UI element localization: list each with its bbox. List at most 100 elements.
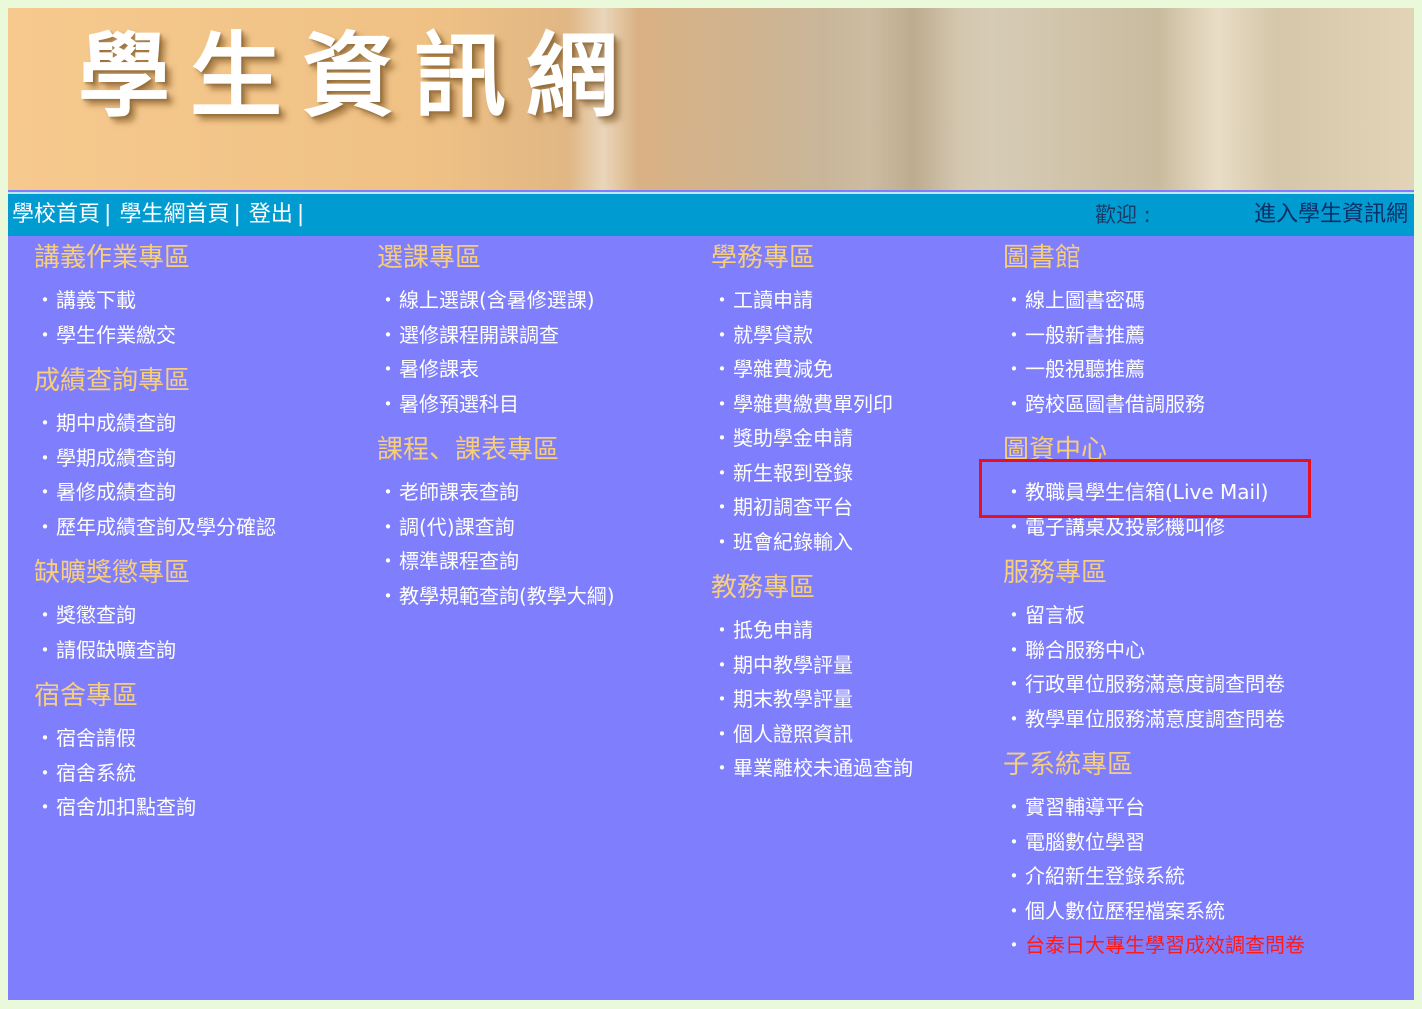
nav-school-home-link[interactable]: 學校首頁	[12, 202, 100, 227]
nav-logout-link[interactable]: 登出	[249, 202, 293, 227]
bullet-icon: ・	[1004, 933, 1024, 957]
link-internship-platform[interactable]: 實習輔導平台	[1025, 795, 1145, 819]
list-item: ・暑修成績查詢	[34, 480, 276, 515]
bullet-icon: ・	[712, 288, 732, 312]
link-e-learning[interactable]: 電腦數位學習	[1025, 830, 1145, 854]
list-item: ・獎助學金申請	[711, 426, 913, 461]
list-item: ・抵免申請	[711, 618, 913, 653]
list-item: ・教學規範查詢(教學大綱)	[377, 584, 615, 619]
section-list-student-affairs: ・工讀申請 ・就學貸款 ・學雜費減免 ・學雜費繳費單列印 ・獎助學金申請 ・新生…	[711, 272, 913, 564]
bullet-icon: ・	[1004, 706, 1024, 731]
bullet-icon: ・	[35, 411, 55, 435]
bullet-icon: ・	[712, 391, 732, 416]
link-live-mail[interactable]: 教職員學生信箱(Live Mail)	[1025, 480, 1268, 504]
list-item: ・學生作業繳交	[34, 323, 276, 358]
link-dorm-points[interactable]: 宿舍加扣點查詢	[56, 795, 196, 819]
bullet-icon: ・	[378, 322, 398, 347]
nav-student-home-link[interactable]: 學生網首頁	[119, 202, 229, 227]
link-certificates[interactable]: 個人證照資訊	[733, 722, 853, 746]
link-summer-grades[interactable]: 暑修成績查詢	[56, 480, 176, 504]
bullet-icon: ・	[712, 721, 732, 746]
link-fee-bill-print[interactable]: 學雜費繳費單列印	[733, 392, 893, 416]
link-summer-timetable[interactable]: 暑修課表	[399, 357, 479, 381]
bullet-icon: ・	[712, 357, 732, 381]
link-message-board[interactable]: 留言板	[1025, 603, 1085, 627]
list-item: ・台泰日大專生學習成效調查問卷	[1003, 933, 1305, 968]
list-item: ・調(代)課查詢	[377, 515, 615, 550]
list-item: ・跨校區圖書借調服務	[1003, 392, 1305, 427]
bullet-icon: ・	[712, 618, 732, 642]
link-midterm-evaluation[interactable]: 期中教學評量	[733, 653, 853, 677]
link-online-course-selection[interactable]: 線上選課(含暑修選課)	[399, 288, 595, 312]
link-interlibrary-loan[interactable]: 跨校區圖書借調服務	[1025, 392, 1205, 416]
column-2: 選課專區 ・線上選課(含暑修選課) ・選修課程開課調查 ・暑修課表 ・暑修預選科…	[377, 244, 615, 618]
link-leave-absence[interactable]: 請假缺曠查詢	[56, 638, 176, 662]
link-service-center[interactable]: 聯合服務中心	[1025, 638, 1145, 662]
list-item: ・就學貸款	[711, 323, 913, 358]
link-projector-repair[interactable]: 電子講桌及投影機叫修	[1025, 515, 1225, 539]
link-dorm-system[interactable]: 宿舍系統	[56, 761, 136, 785]
list-item: ・線上圖書密碼	[1003, 288, 1305, 323]
bullet-icon: ・	[1004, 514, 1024, 539]
column-4: 圖書館 ・線上圖書密碼 ・一般新書推薦 ・一般視聽推薦 ・跨校區圖書借調服務 圖…	[1003, 244, 1305, 968]
link-standard-courses[interactable]: 標準課程查詢	[399, 549, 519, 573]
link-dorm-leave[interactable]: 宿舍請假	[56, 726, 136, 750]
section-list-attendance: ・獎懲查詢 ・請假缺曠查詢	[34, 587, 276, 672]
link-credit-waiver[interactable]: 抵免申請	[733, 618, 813, 642]
link-handout-download[interactable]: 講義下載	[56, 288, 136, 312]
section-list-it-center: ・教職員學生信箱(Live Mail) ・電子講桌及投影機叫修	[1003, 464, 1305, 549]
link-homework-submit[interactable]: 學生作業繳交	[56, 323, 176, 347]
list-item: ・請假缺曠查詢	[34, 638, 276, 673]
column-1: 講義作業專區 ・講義下載 ・學生作業繳交 成績查詢專區 ・期中成績查詢 ・學期成…	[34, 244, 276, 830]
bullet-icon: ・	[712, 687, 732, 711]
link-syllabus[interactable]: 教學規範查詢(教學大綱)	[399, 584, 615, 608]
list-item: ・暑修課表	[377, 357, 615, 392]
link-freshman-intro-system[interactable]: 介紹新生登錄系統	[1025, 864, 1185, 888]
link-work-study[interactable]: 工讀申請	[733, 288, 813, 312]
link-semester-grades[interactable]: 學期成績查詢	[56, 446, 176, 470]
bullet-icon: ・	[712, 652, 732, 677]
list-item: ・教職員學生信箱(Live Mail)	[1003, 480, 1305, 515]
bullet-icon: ・	[712, 529, 732, 554]
link-av-recommend[interactable]: 一般視聽推薦	[1025, 357, 1145, 381]
section-title-attendance: 缺曠獎懲專區	[34, 558, 191, 588]
link-library-password[interactable]: 線上圖書密碼	[1025, 288, 1145, 312]
bullet-icon: ・	[1004, 898, 1024, 923]
bullet-icon: ・	[1004, 288, 1024, 312]
bullet-icon: ・	[1004, 357, 1024, 381]
bullet-icon: ・	[35, 445, 55, 470]
link-summer-preselect[interactable]: 暑修預選科目	[399, 392, 519, 416]
link-graduation-check[interactable]: 畢業離校未通過查詢	[733, 756, 913, 780]
link-midterm-grades[interactable]: 期中成績查詢	[56, 411, 176, 435]
link-all-grades-credits[interactable]: 歷年成績查詢及學分確認	[56, 515, 276, 539]
link-teaching-satisfaction-survey[interactable]: 教學單位服務滿意度調查問卷	[1025, 707, 1285, 731]
bullet-icon: ・	[712, 322, 732, 347]
link-rewards-penalties[interactable]: 獎懲查詢	[56, 603, 136, 627]
section-title-student-affairs: 學務專區	[711, 243, 816, 273]
link-final-evaluation[interactable]: 期末教學評量	[733, 687, 853, 711]
link-admin-satisfaction-survey[interactable]: 行政單位服務滿意度調查問卷	[1025, 672, 1285, 696]
list-item: ・班會紀錄輸入	[711, 530, 913, 565]
link-student-loan[interactable]: 就學貸款	[733, 323, 813, 347]
link-teacher-timetable[interactable]: 老師課表查詢	[399, 480, 519, 504]
bullet-icon: ・	[1004, 672, 1024, 696]
list-item: ・宿舍加扣點查詢	[34, 795, 276, 830]
list-item: ・留言板	[1003, 603, 1305, 638]
enter-student-info-link[interactable]: 進入學生資訊網	[1254, 202, 1408, 228]
list-item: ・標準課程查詢	[377, 549, 615, 584]
link-fee-reduction[interactable]: 學雜費減免	[733, 357, 833, 381]
list-item: ・期初調查平台	[711, 495, 913, 530]
link-scholarship[interactable]: 獎助學金申請	[733, 426, 853, 450]
bullet-icon: ・	[35, 480, 55, 504]
link-freshman-registration[interactable]: 新生報到登錄	[733, 461, 853, 485]
link-learning-outcome-survey[interactable]: 台泰日大專生學習成效調查問卷	[1025, 933, 1305, 957]
link-e-portfolio[interactable]: 個人數位歷程檔案系統	[1025, 899, 1225, 923]
list-item: ・個人證照資訊	[711, 722, 913, 757]
bullet-icon: ・	[1004, 391, 1024, 416]
bullet-icon: ・	[712, 756, 732, 780]
link-class-meeting-record[interactable]: 班會紀錄輸入	[733, 530, 853, 554]
link-substitute-class[interactable]: 調(代)課查詢	[399, 515, 515, 539]
link-initial-survey[interactable]: 期初調查平台	[733, 495, 853, 519]
link-elective-survey[interactable]: 選修課程開課調查	[399, 323, 559, 347]
link-new-books[interactable]: 一般新書推薦	[1025, 323, 1145, 347]
